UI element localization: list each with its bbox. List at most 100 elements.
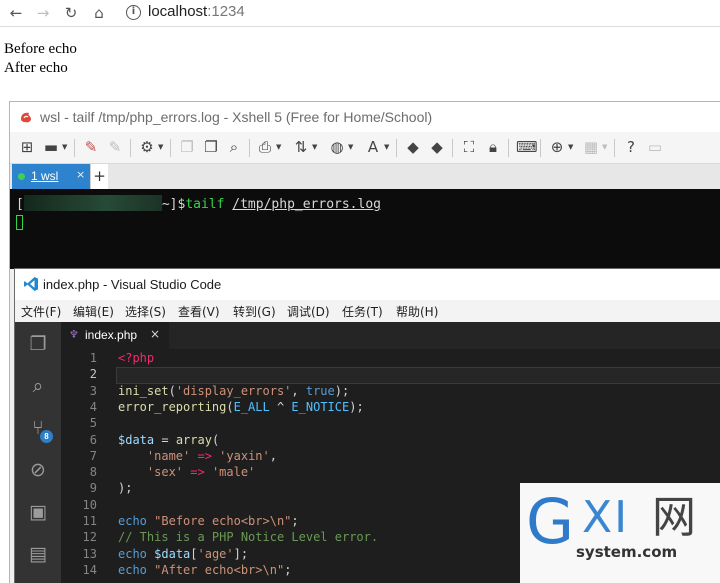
code-token: ] [233, 546, 241, 561]
add-tab-button[interactable]: + [90, 164, 108, 189]
code-token: $data [118, 432, 155, 447]
add-tab-dropdown-icon[interactable]: ▼ [568, 143, 573, 151]
code-token: ( [168, 383, 176, 398]
code-token: <?php [118, 351, 155, 365]
menu-file[interactable]: 文件(F) [21, 303, 61, 320]
fullscreen-icon[interactable]: ⛶ [460, 137, 478, 157]
font-icon[interactable]: A [364, 137, 382, 157]
terminal-prompt-line: [~]$tailf /tmp/php_errors.log [16, 195, 381, 212]
copy-icon[interactable]: ❐ [178, 137, 196, 157]
reconnect-icon[interactable]: ✎ [82, 137, 100, 157]
lock-icon[interactable]: 🔒︎ [484, 137, 502, 157]
open-folder-icon[interactable]: ▬ [42, 137, 60, 157]
properties-dropdown-icon[interactable]: ▼ [158, 143, 163, 151]
code-line: 4 error_reporting(E_ALL ^ E_NOTICE); [61, 400, 720, 416]
code-token: 'sex' [146, 465, 184, 480]
code-line: 2 [61, 367, 720, 383]
extensions-icon[interactable]: ▣ [26, 500, 50, 524]
code-token: [ [190, 546, 198, 561]
code-line: 8 'sex' => 'male' [61, 465, 720, 481]
forward-arrow-icon[interactable]: → [33, 3, 53, 23]
xshell-toolbar: ⊞ ▬ ▼ ✎ ✎ ⚙ ▼ ❐ ❐ ⌕ ⎙ ▼ ⇅ ▼ ◍ ▼ A ▼ ◆ ◆ … [10, 132, 720, 164]
layout-dropdown-icon[interactable]: ▼ [602, 143, 607, 151]
code-token: 'age' [197, 546, 234, 561]
globe-icon[interactable]: ◍ [328, 137, 346, 157]
menu-edit[interactable]: 编辑(E) [73, 303, 114, 320]
code-token: E_ALL [233, 399, 270, 414]
print-icon[interactable]: ⎙ [256, 137, 274, 157]
xshell-script-icon[interactable]: ◆ [404, 137, 422, 157]
tab-index-php[interactable]: ♆ index.php × [61, 322, 169, 349]
toolbar-separator [452, 139, 453, 157]
menu-tasks[interactable]: 任务(T) [342, 303, 383, 320]
help-icon[interactable]: ? [622, 137, 640, 157]
redacted-username [23, 195, 162, 211]
paste-icon[interactable]: ❐ [202, 137, 220, 157]
line-number: 5 [89, 416, 97, 431]
close-icon[interactable]: × [76, 168, 85, 181]
code-token: true [305, 383, 335, 398]
reload-icon[interactable]: ↻ [61, 3, 81, 23]
output-line-before: Before echo [4, 41, 77, 57]
menu-selection[interactable]: 选择(S) [125, 303, 166, 320]
docker-icon[interactable]: ▤ [26, 542, 50, 566]
code-token: "Before echo<br>\n" [154, 514, 292, 528]
keyboard-icon[interactable]: ⌨ [516, 137, 538, 157]
disconnect-icon[interactable]: ✎ [106, 137, 124, 157]
layout-icon[interactable]: ▦ [582, 137, 600, 157]
watermark-wang: 网 [652, 492, 696, 543]
add-tab-icon[interactable]: ⊕ [548, 137, 566, 157]
menu-debug[interactable]: 调试(D) [287, 303, 330, 320]
xftp-icon[interactable]: ◆ [428, 137, 446, 157]
line-number: 7 [89, 448, 97, 463]
url-host: localhost [148, 3, 208, 20]
properties-icon[interactable]: ⚙ [138, 137, 156, 157]
vscode-titlebar: index.php - Visual Studio Code [15, 269, 720, 300]
code-token: ); [349, 399, 364, 414]
line-number: 10 [82, 497, 97, 512]
terminal-cursor [16, 215, 23, 230]
close-icon[interactable]: × [150, 327, 160, 341]
home-icon[interactable]: ⌂ [89, 3, 109, 23]
xshell-tabbar: 1 wsl × + [10, 164, 720, 189]
chat-icon[interactable]: ▭ [646, 137, 664, 157]
toolbar-separator [540, 139, 541, 157]
font-dropdown-icon[interactable]: ▼ [384, 143, 389, 151]
vscode-title: index.php - Visual Studio Code [43, 277, 222, 292]
info-icon[interactable]: i [126, 5, 141, 20]
search-icon[interactable]: ⌕ [26, 374, 50, 398]
activity-bar: ❐ ⌕ ⑂ 8 ⊘ ▣ ▤ [15, 322, 61, 583]
tab-wsl[interactable]: 1 wsl × [12, 164, 92, 189]
prompt-open: [ [16, 197, 24, 212]
code-token: , [291, 383, 306, 398]
back-arrow-icon[interactable]: ← [6, 3, 26, 23]
page-output: Before echo After echo [4, 40, 77, 78]
menu-help[interactable]: 帮助(H) [396, 303, 438, 320]
debug-icon[interactable]: ⊘ [26, 458, 50, 482]
code-token: , [269, 448, 277, 463]
url-port: :1234 [207, 3, 245, 20]
menu-goto[interactable]: 转到(G) [233, 303, 276, 320]
watermark-site: system.com [576, 543, 678, 561]
toolbar-separator [396, 139, 397, 157]
code-token: array [175, 432, 212, 447]
code-token: error_reporting [118, 399, 227, 414]
toolbar-separator [170, 139, 171, 157]
print-dropdown-icon[interactable]: ▼ [276, 143, 281, 151]
code-line: 1 <?php [61, 351, 720, 367]
menu-view[interactable]: 查看(V) [178, 303, 220, 320]
open-dropdown-icon[interactable]: ▼ [62, 143, 67, 151]
code-token: ^ [269, 399, 292, 414]
terminal[interactable]: [~]$tailf /tmp/php_errors.log [10, 189, 720, 269]
address-bar[interactable]: i localhost:1234 [118, 2, 718, 24]
new-session-icon[interactable]: ⊞ [18, 137, 36, 157]
transfer-icon[interactable]: ⇅ [292, 137, 310, 157]
transfer-dropdown-icon[interactable]: ▼ [312, 143, 317, 151]
connected-status-icon [18, 173, 25, 180]
code-token: ( [226, 399, 234, 414]
explorer-icon[interactable]: ❐ [26, 332, 50, 356]
xshell-titlebar: wsl - tailf /tmp/php_errors.log - Xshell… [10, 102, 720, 132]
find-icon[interactable]: ⌕ [225, 137, 243, 157]
toolbar-separator [74, 139, 75, 157]
globe-dropdown-icon[interactable]: ▼ [348, 143, 353, 151]
